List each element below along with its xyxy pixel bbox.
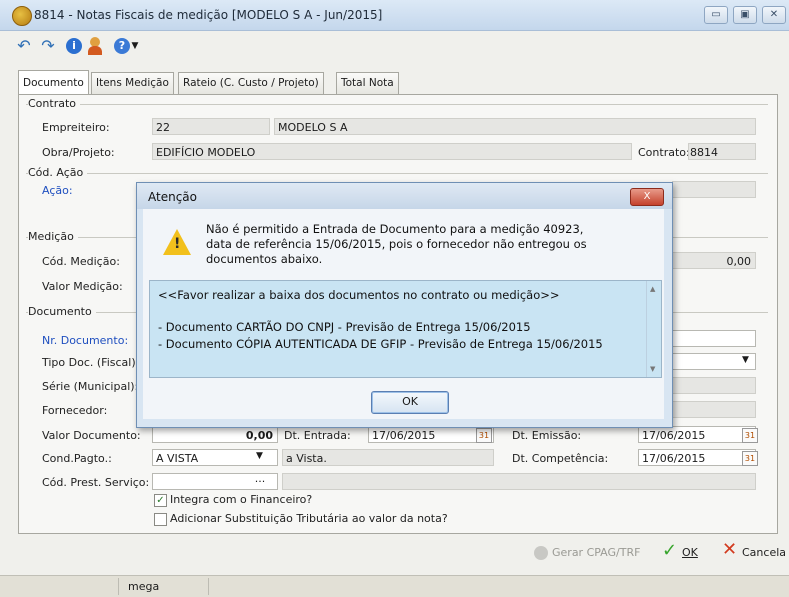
- tab-label: Documento: [23, 77, 84, 89]
- nr-documento-field[interactable]: [672, 330, 756, 347]
- ok-check-icon: ✓: [662, 540, 678, 561]
- serie-field[interactable]: [672, 377, 756, 394]
- redo-icon[interactable]: ↷: [38, 36, 58, 56]
- memo-line: <<Favor realizar a baixa dos documentos …: [158, 288, 560, 302]
- dialog-title-bar: Atenção X: [137, 183, 672, 209]
- message-line: data de referência 15/06/2015, pois o fo…: [206, 237, 587, 251]
- calendar-icon[interactable]: 31: [476, 428, 492, 443]
- title-bar: 8814 - Notas Fiscais de medição [MODELO …: [0, 0, 789, 31]
- calendar-icon[interactable]: 31: [742, 428, 758, 443]
- info-icon[interactable]: i: [64, 36, 84, 56]
- integra-checkbox[interactable]: ✓: [154, 494, 167, 507]
- cod-prest-desc-field: [282, 473, 756, 490]
- dialog-message: Não é permitido a Entrada de Documento p…: [206, 222, 587, 267]
- main-window: 8814 - Notas Fiscais de medição [MODELO …: [0, 0, 789, 597]
- empreiteiro-label: Empreiteiro:: [42, 121, 110, 134]
- valor-medicao-label: Valor Medição:: [42, 280, 123, 293]
- valor-medicao-field: 0,00: [672, 252, 756, 269]
- substituicao-checkbox[interactable]: [154, 513, 167, 526]
- chevron-down-icon[interactable]: ▼: [130, 36, 140, 56]
- app-icon: [12, 6, 32, 26]
- memo-line: - Documento CARTÃO DO CNPJ - Previsão de…: [158, 320, 531, 334]
- cancela-button[interactable]: Cancela: [742, 546, 786, 559]
- valor-documento-label: Valor Documento:: [42, 429, 141, 442]
- memo-line: - Documento CÓPIA AUTENTICADA DE GFIP - …: [158, 337, 603, 351]
- ok-button[interactable]: OK: [682, 546, 698, 559]
- user-icon[interactable]: [86, 36, 106, 56]
- scroll-down-icon[interactable]: ▼: [650, 365, 655, 373]
- help-icon[interactable]: ?: [112, 36, 132, 56]
- tab-label: Total Nota: [341, 77, 394, 89]
- substituicao-label: Adicionar Substituição Tributária ao val…: [170, 512, 448, 525]
- dt-emissao-field[interactable]: 17/06/2015: [638, 426, 756, 443]
- pending-documents-memo[interactable]: <<Favor realizar a baixa dos documentos …: [149, 280, 662, 378]
- gerar-icon: [534, 546, 548, 560]
- close-window-button[interactable]: ✕: [762, 6, 786, 24]
- window-title: 8814 - Notas Fiscais de medição [MODELO …: [34, 8, 383, 22]
- tab-total-nota[interactable]: Total Nota: [336, 72, 399, 94]
- message-line: documentos abaixo.: [206, 252, 323, 266]
- dt-competencia-label: Dt. Competência:: [512, 452, 609, 465]
- cod-prest-label: Cód. Prest. Serviço:: [42, 476, 150, 489]
- dt-entrada-label: Dt. Entrada:: [284, 429, 351, 442]
- tab-documento[interactable]: Documento: [18, 70, 89, 94]
- empreiteiro-code-field[interactable]: 22: [152, 118, 270, 135]
- minimize-button[interactable]: ▭: [704, 6, 728, 24]
- cond-pagto-desc-field: a Vista.: [282, 449, 494, 466]
- contrato-field: 8814: [688, 143, 756, 160]
- serie-label: Série (Municipal):: [42, 380, 139, 393]
- medicao-group-label: Medição: [28, 230, 78, 243]
- acao-field: [672, 181, 756, 198]
- tab-label: Rateio (C. Custo / Projeto): [183, 77, 319, 89]
- fornecedor-field: [672, 401, 756, 418]
- contrato-label: Contrato:: [638, 146, 690, 159]
- status-cell: [0, 578, 119, 595]
- atencao-dialog: Atenção X ! Não é permitido a Entrada de…: [136, 182, 673, 428]
- nr-documento-link[interactable]: Nr. Documento:: [42, 334, 128, 347]
- empreiteiro-name-field: MODELO S A: [274, 118, 756, 135]
- scroll-up-icon[interactable]: ▲: [650, 285, 655, 293]
- maximize-button[interactable]: ▣: [733, 6, 757, 24]
- memo-scrollbar[interactable]: ▲ ▼: [646, 281, 661, 377]
- warning-mark: !: [174, 236, 181, 252]
- tipo-doc-label: Tipo Doc. (Fiscal):: [42, 356, 140, 369]
- tab-label: Itens Medição: [96, 77, 169, 89]
- valor-documento-field[interactable]: 0,00: [152, 426, 278, 443]
- integra-label: Integra com o Financeiro?: [170, 493, 313, 506]
- cancel-x-icon: ✕: [722, 539, 738, 560]
- gerar-button[interactable]: Gerar CPAG/TRF: [552, 546, 640, 559]
- cond-pagto-label: Cond.Pagto.:: [42, 452, 112, 465]
- cod-medicao-label: Cód. Medição:: [42, 255, 120, 268]
- dialog-ok-button[interactable]: OK: [371, 391, 449, 414]
- cod-prest-lookup-button[interactable]: ...: [248, 473, 272, 488]
- documento-group-label: Documento: [28, 305, 96, 318]
- acao-group-label: Cód. Ação: [28, 166, 88, 179]
- calendar-icon[interactable]: 31: [742, 451, 758, 466]
- obra-label: Obra/Projeto:: [42, 146, 115, 159]
- acao-group: [26, 173, 768, 174]
- dialog-title: Atenção: [148, 190, 197, 204]
- undo-icon[interactable]: ↶: [14, 36, 34, 56]
- contrato-group: [26, 104, 768, 105]
- dialog-body: ! Não é permitido a Entrada de Documento…: [143, 209, 664, 419]
- tab-rateio[interactable]: Rateio (C. Custo / Projeto): [178, 72, 324, 94]
- acao-link[interactable]: Ação:: [42, 184, 73, 197]
- dialog-close-button[interactable]: X: [630, 188, 664, 206]
- obra-field: EDIFÍCIO MODELO: [152, 143, 632, 160]
- fornecedor-label: Fornecedor:: [42, 404, 108, 417]
- dt-competencia-field[interactable]: 17/06/2015: [638, 449, 756, 466]
- contrato-group-label: Contrato: [28, 97, 81, 110]
- dt-emissao-label: Dt. Emissão:: [512, 429, 582, 442]
- message-line: Não é permitido a Entrada de Documento p…: [206, 222, 584, 236]
- chevron-down-icon[interactable]: ▼: [742, 355, 749, 365]
- status-bar: mega: [0, 575, 789, 597]
- status-user: mega: [122, 578, 209, 595]
- tab-itens-medicao[interactable]: Itens Medição: [91, 72, 174, 94]
- chevron-down-icon[interactable]: ▼: [256, 451, 263, 461]
